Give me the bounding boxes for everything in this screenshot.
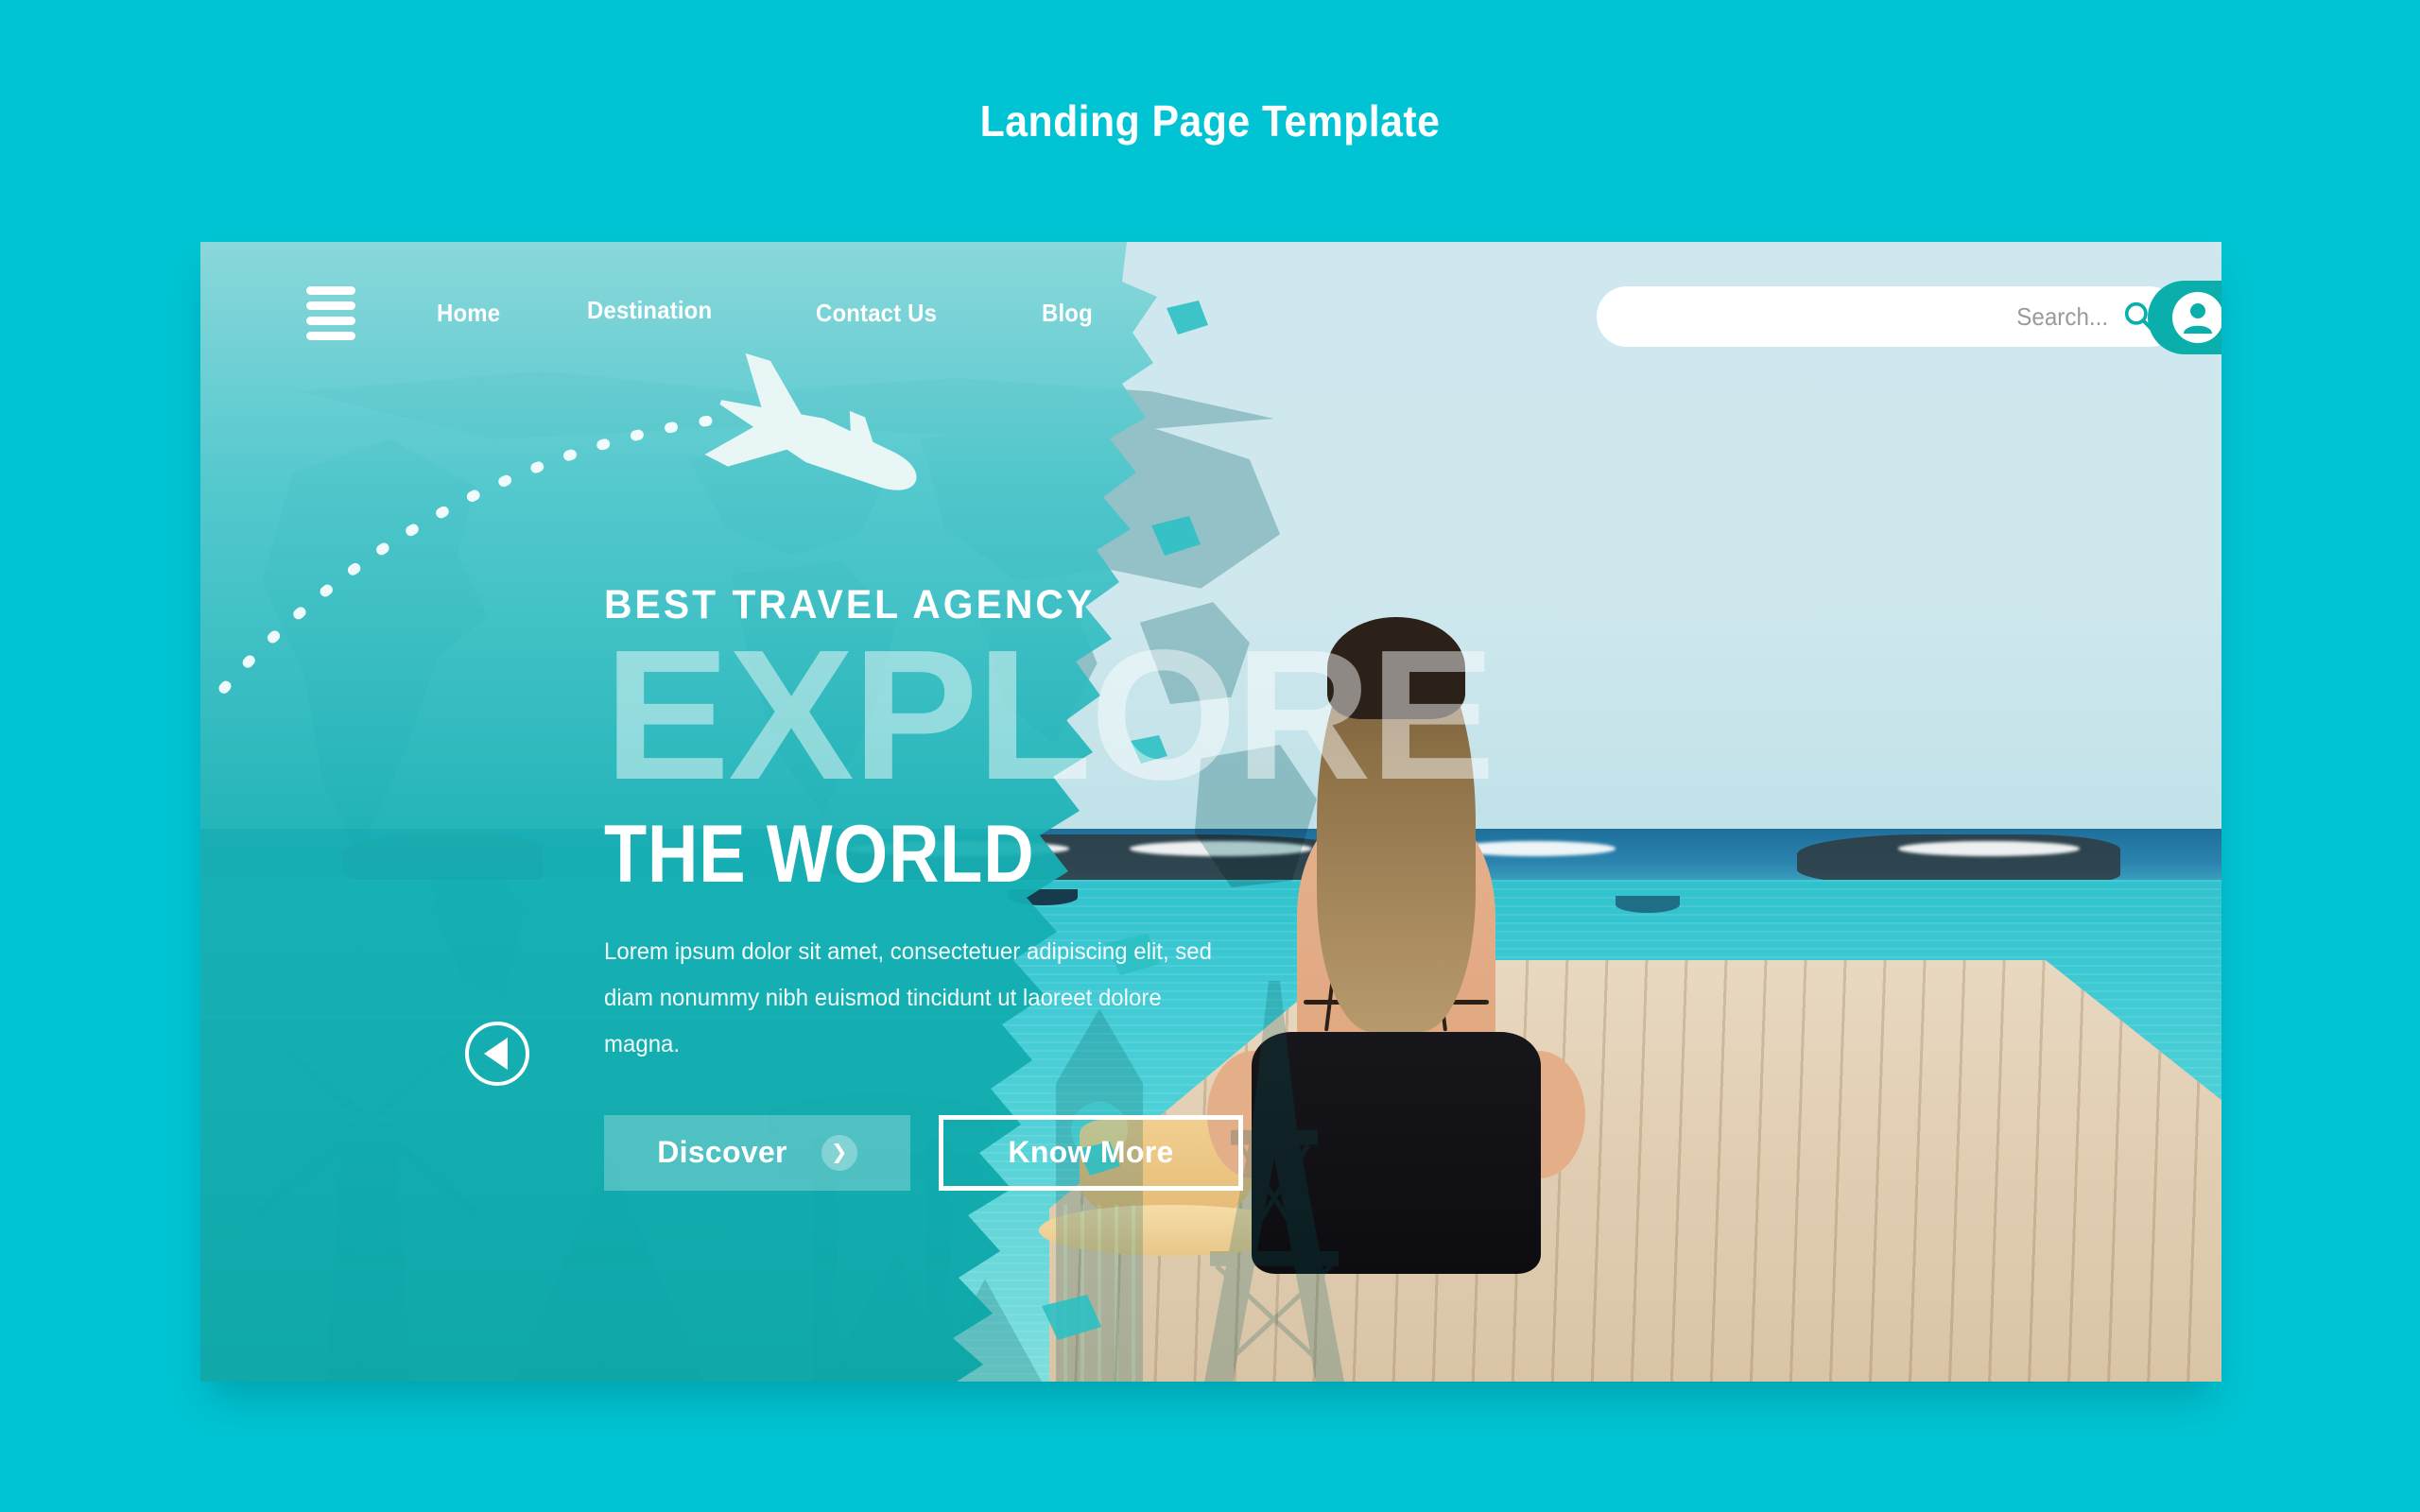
nav-link-contact-us[interactable]: Contact Us xyxy=(816,299,937,328)
nav-link-home[interactable]: Home xyxy=(437,299,500,328)
arrow-left-icon xyxy=(483,1038,508,1070)
hero-headline: EXPLORE xyxy=(604,611,1495,818)
search-input[interactable]: Search... xyxy=(1597,286,2180,347)
hero-copy: BEST TRAVEL AGENCY EXPLORE THE WORLD Lor… xyxy=(604,582,1495,1191)
chevron-right-icon: ❯ xyxy=(821,1134,857,1171)
hero-card: Home Destination Contact Us Blog Search.… xyxy=(200,242,2221,1382)
nav-links: Home Destination Contact Us Blog xyxy=(408,296,1098,328)
user-avatar-icon xyxy=(2172,292,2221,343)
nav-link-destination[interactable]: Destination xyxy=(587,296,712,325)
hamburger-bar xyxy=(306,316,355,325)
know-more-button[interactable]: Know More xyxy=(939,1114,1243,1191)
discover-label: Discover xyxy=(657,1135,787,1170)
hamburger-bar xyxy=(306,331,355,340)
nav-link-blog[interactable]: Blog xyxy=(1042,299,1093,328)
hero-subheadline: THE WORLD xyxy=(604,809,1035,901)
carousel-prev-button[interactable] xyxy=(465,1022,529,1086)
hero-button-row: Discover ❯ Know More xyxy=(604,1114,1477,1191)
top-navigation: Home Destination Contact Us Blog Search.… xyxy=(200,242,2221,384)
know-more-label: Know More xyxy=(1008,1135,1174,1170)
discover-button[interactable]: Discover ❯ xyxy=(604,1114,910,1191)
page-title: Landing Page Template xyxy=(979,96,1441,146)
hamburger-bar xyxy=(306,285,355,295)
search-placeholder: Search... xyxy=(2016,301,2108,331)
hero-paragraph: Lorem ipsum dolor sit amet, consectetuer… xyxy=(604,938,1212,1057)
login-button[interactable]: Log In xyxy=(2148,281,2221,354)
hamburger-icon[interactable] xyxy=(306,285,355,340)
hamburger-bar xyxy=(306,301,355,310)
surf-line xyxy=(1897,841,2081,857)
